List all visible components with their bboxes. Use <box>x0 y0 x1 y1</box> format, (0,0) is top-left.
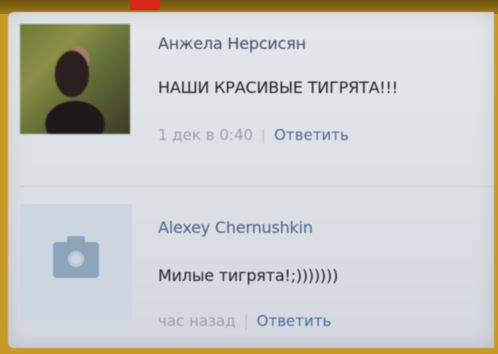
meta-separator: | <box>261 126 267 144</box>
comment-time[interactable]: 1 дек в 0:40 <box>158 126 253 144</box>
comment-text: Милые тигрята!;))))))) <box>158 266 339 285</box>
reply-link[interactable]: Ответить <box>257 312 332 330</box>
comment-meta: час назад | Ответить <box>158 312 331 330</box>
comment-divider <box>20 186 494 187</box>
comment-item: Анжела Нерсисян НАШИ КРАСИВЫЕ ТИГРЯТА!!!… <box>8 16 494 176</box>
comment-item: Alexey Chernushkin Милые тигрята!;))))))… <box>8 196 494 346</box>
comment-author[interactable]: Анжела Нерсисян <box>158 34 306 53</box>
red-marker <box>130 0 160 10</box>
meta-separator: | <box>243 312 249 330</box>
comment-text: НАШИ КРАСИВЫЕ ТИГРЯТА!!! <box>158 78 398 97</box>
comments-panel: Анжела Нерсисян НАШИ КРАСИВЫЕ ТИГРЯТА!!!… <box>8 12 494 348</box>
comment-meta: 1 дек в 0:40 | Ответить <box>158 126 349 144</box>
avatar[interactable] <box>20 204 132 320</box>
avatar[interactable] <box>20 24 130 134</box>
comment-time[interactable]: час назад <box>158 312 236 330</box>
reply-link[interactable]: Ответить <box>274 126 349 144</box>
comment-author[interactable]: Alexey Chernushkin <box>158 218 313 237</box>
camera-icon <box>53 236 99 278</box>
